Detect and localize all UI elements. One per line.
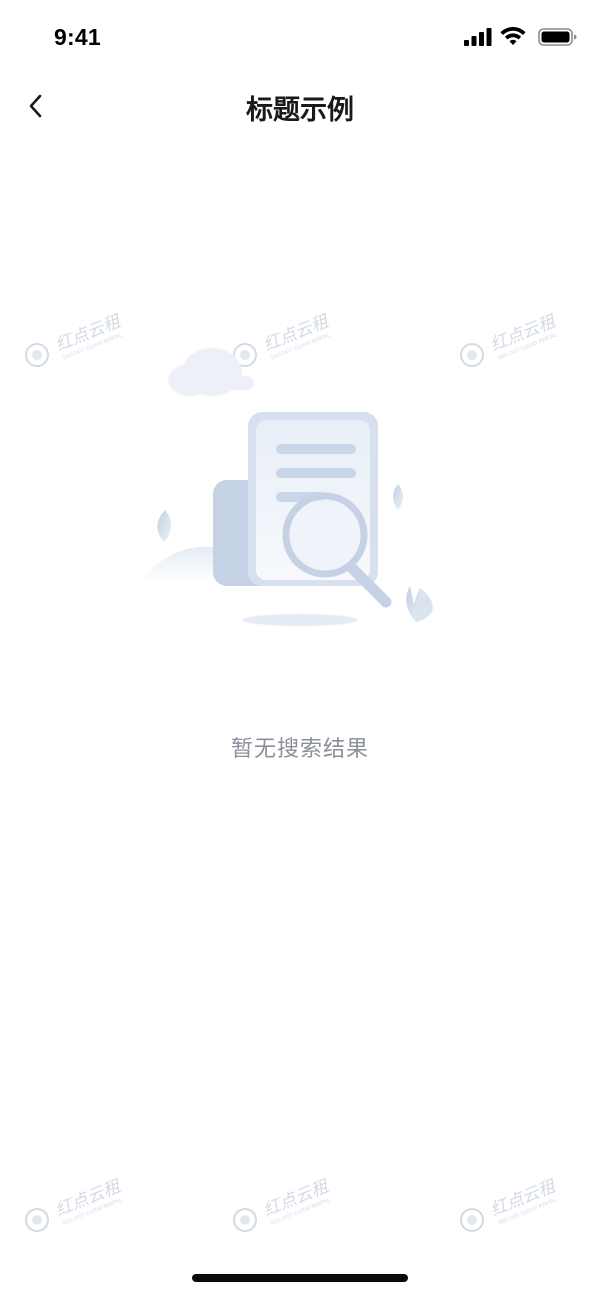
- cloud-icon: [168, 348, 254, 396]
- wifi-icon: [500, 27, 526, 45]
- watermark-logo: 红点云租 RED DOT CLOUD RENTAL: [233, 1176, 333, 1232]
- battery-icon: [538, 28, 577, 46]
- empty-search-illustration: [138, 348, 433, 626]
- watermark-logo: 红点云租 RED DOT CLOUD RENTAL: [25, 311, 125, 367]
- status-bar: 9:41: [0, 0, 600, 80]
- status-time: 9:41: [54, 24, 101, 50]
- watermark-logo: 红点云租 RED DOT CLOUD RENTAL: [25, 1176, 125, 1232]
- watermark-logo: 红点云租 RED DOT CLOUD RENTAL: [460, 1176, 560, 1232]
- navigation-bar: 标题示例: [0, 80, 600, 134]
- cellular-signal-icon: [464, 28, 492, 46]
- home-indicator[interactable]: [192, 1274, 408, 1282]
- page-title: 标题示例: [246, 95, 354, 126]
- empty-state-message: 暂无搜索结果: [230, 737, 369, 762]
